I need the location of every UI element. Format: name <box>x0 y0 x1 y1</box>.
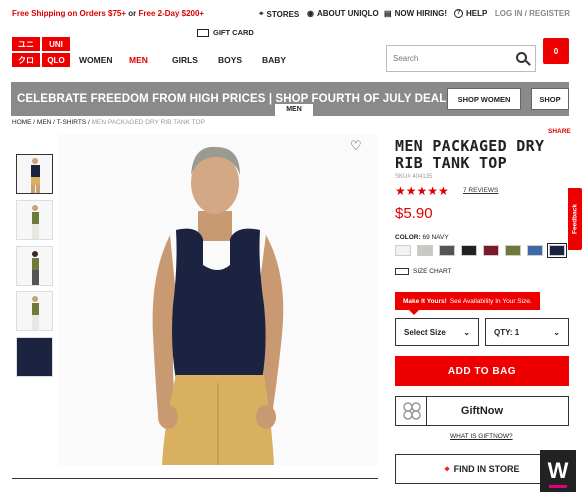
color-swatch[interactable] <box>439 245 455 256</box>
eye-icon: ◉ <box>307 9 314 18</box>
hiring-link[interactable]: ▤ NOW HIRING! <box>384 9 447 18</box>
logo-cell: ユニ <box>12 37 40 51</box>
shop-women-button[interactable]: SHOP WOMEN <box>447 88 521 110</box>
logo-cell: クロ <box>12 53 40 67</box>
divider <box>12 478 378 479</box>
product-thumbnail[interactable] <box>16 291 53 331</box>
gift-card-link[interactable]: GIFT CARD <box>197 28 254 37</box>
watermark-logo: W <box>540 450 576 492</box>
quantity-label: QTY: 1 <box>494 327 520 337</box>
giftnow-ribbon-icon <box>403 402 421 420</box>
uniqlo-logo[interactable]: ユニ UNI クロ QLO <box>12 37 70 67</box>
gift-card-label: GIFT CARD <box>213 28 254 37</box>
color-swatch[interactable] <box>527 245 543 256</box>
search-box <box>386 45 536 72</box>
login-register-link[interactable]: LOG IN / REGISTER <box>495 9 570 18</box>
size-select-label: Select Size <box>404 327 446 337</box>
availability-tooltip: Make It Yours! See Availability In Your … <box>395 292 540 315</box>
product-thumbnail[interactable] <box>16 246 53 286</box>
stores-link[interactable]: ⌖ STORES <box>259 9 299 19</box>
about-label: ABOUT UNIQLO <box>316 9 379 18</box>
warn-bold: Make It Yours! <box>403 297 447 305</box>
giftnow-separator <box>426 397 427 426</box>
clipboard-icon: ▤ <box>384 9 392 18</box>
shop-men-button[interactable]: SHOP <box>531 88 569 110</box>
rating-stars: ★★★★★ <box>395 184 449 198</box>
chevron-down-icon: ⌄ <box>463 327 470 337</box>
cart-button[interactable]: 0 <box>543 38 569 64</box>
breadcrumb-tshirts[interactable]: T-SHIRTS <box>57 119 87 126</box>
product-thumbnail[interactable] <box>16 154 53 194</box>
logo-cell: UNI <box>42 37 70 51</box>
find-in-store-label: FIND IN STORE <box>453 464 520 474</box>
location-pin-icon: ⌖ <box>444 463 450 474</box>
warn-text: See Availability In Your Size. <box>449 297 532 305</box>
nav-boys[interactable]: BOYS <box>218 55 242 65</box>
search-input[interactable] <box>393 46 513 70</box>
color-swatch[interactable] <box>395 245 411 256</box>
product-thumbnail[interactable] <box>16 200 53 240</box>
cart-count: 0 <box>553 46 559 56</box>
color-swatch[interactable] <box>483 245 499 256</box>
help-icon: ? <box>454 9 463 18</box>
product-sku: SKU# 404135 <box>395 174 433 180</box>
share-link[interactable]: SHARE <box>548 128 571 135</box>
product-main-image <box>58 135 378 465</box>
color-swatch[interactable] <box>547 243 567 258</box>
size-chart-label: SIZE CHART <box>413 268 452 275</box>
utility-bar: Free Shipping on Orders $75+ or Free 2-D… <box>0 0 582 28</box>
men-tag: MEN <box>275 104 313 116</box>
breadcrumb: HOME / MEN / T-SHIRTS / MEN PACKAGED DRY… <box>12 119 205 126</box>
add-to-bag-button[interactable]: ADD TO BAG <box>395 356 569 386</box>
nav-girls[interactable]: GIRLS <box>172 55 198 65</box>
promo-free-shipping: Free Shipping on Orders $75+ <box>12 9 127 18</box>
color-swatch[interactable] <box>505 245 521 256</box>
fabric-thumbnail[interactable] <box>16 337 53 377</box>
shipping-promo[interactable]: Free Shipping on Orders $75+ or Free 2-D… <box>12 9 204 18</box>
search-icon[interactable] <box>516 52 527 63</box>
giftnow-button[interactable]: GiftNow <box>395 396 569 426</box>
size-select[interactable]: Select Size ⌄ <box>395 318 479 346</box>
promo-or: or <box>128 9 137 18</box>
quantity-select[interactable]: QTY: 1 ⌄ <box>485 318 569 346</box>
hiring-label: NOW HIRING! <box>394 9 447 18</box>
product-title: MEN PACKAGED DRY RIB TANK TOP <box>395 137 545 172</box>
reviews-link[interactable]: 7 REVIEWS <box>463 187 498 194</box>
heart-plus-icon[interactable]: ♡ <box>350 138 362 154</box>
what-is-giftnow-link[interactable]: WHAT IS GIFTNOW? <box>450 433 513 440</box>
color-value: 69 NAVY <box>422 234 449 241</box>
nav-men[interactable]: MEN <box>129 55 148 65</box>
breadcrumb-men[interactable]: MEN <box>37 119 51 126</box>
promo-2day: Free 2-Day $200+ <box>138 9 205 18</box>
about-link[interactable]: ◉ ABOUT UNIQLO <box>307 9 379 18</box>
color-swatch[interactable] <box>461 245 477 256</box>
color-label-key: COLOR: <box>395 234 421 241</box>
gift-card-icon <box>197 28 209 37</box>
logo-cell: QLO <box>42 53 70 67</box>
breadcrumb-current: MEN PACKAGED DRY RIB TANK TOP <box>91 119 205 126</box>
product-price: $5.90 <box>395 205 433 222</box>
chevron-down-icon: ⌄ <box>553 327 560 337</box>
help-label: HELP <box>466 9 488 18</box>
nav-women[interactable]: WOMEN <box>79 55 113 65</box>
color-swatch[interactable] <box>417 245 433 256</box>
giftnow-label: GiftNow <box>460 405 504 417</box>
location-pin-icon: ⌖ <box>259 9 264 18</box>
size-chart-link[interactable]: SIZE CHART <box>395 268 452 275</box>
nav-baby[interactable]: BABY <box>262 55 286 65</box>
color-label: COLOR: 69 NAVY <box>395 234 449 241</box>
help-link[interactable]: ? HELP <box>454 9 487 18</box>
banner-text: CELEBRATE FREEDOM FROM HIGH PRICES | SHO… <box>17 93 486 105</box>
ruler-icon <box>395 268 409 275</box>
feedback-tab[interactable]: Feedback <box>568 188 582 250</box>
breadcrumb-home[interactable]: HOME <box>12 119 32 126</box>
stores-label: STORES <box>266 9 300 19</box>
